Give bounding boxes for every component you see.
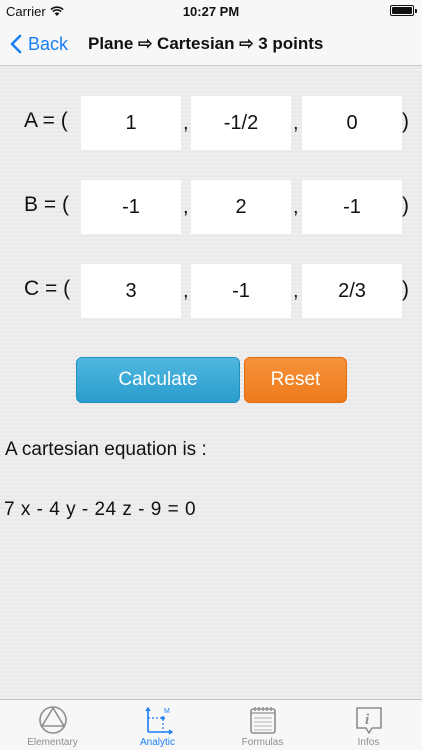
point-a-x-input[interactable] <box>81 96 181 150</box>
axes-icon: M <box>144 706 173 735</box>
main-content: A = ( , , ) B = ( , , ) C = ( , , ) Calc… <box>0 67 422 699</box>
point-row-b: B = ( , , ) <box>0 180 422 234</box>
point-label-a: A = ( <box>24 109 68 132</box>
battery-icon <box>390 5 417 16</box>
point-a-z-input[interactable] <box>302 96 402 150</box>
notepad-icon <box>249 707 276 734</box>
point-row-a: A = ( , , ) <box>0 96 422 150</box>
close-paren: ) <box>402 110 409 133</box>
tab-bar: Elementary M Analytic Formulas i Infos <box>0 699 422 750</box>
svg-text:M: M <box>164 708 170 715</box>
status-time: 10:27 PM <box>182 4 240 19</box>
back-label: Back <box>28 33 69 54</box>
point-c-z-input[interactable] <box>302 264 402 318</box>
chevron-left-icon <box>10 34 22 54</box>
tab-label: Elementary <box>27 737 78 748</box>
svg-text:i: i <box>365 712 370 728</box>
reset-button[interactable]: Reset <box>244 357 347 403</box>
tab-label: Analytic <box>139 737 175 748</box>
calculate-button[interactable]: Calculate <box>76 357 240 403</box>
back-button[interactable]: Back <box>10 22 68 66</box>
tab-formulas[interactable]: Formulas <box>210 700 315 750</box>
tab-infos[interactable]: i Infos <box>316 700 421 750</box>
tab-label: Formulas <box>241 737 284 748</box>
tab-analytic[interactable]: M Analytic <box>105 700 210 750</box>
point-a-y-input[interactable] <box>191 96 291 150</box>
result-equation: 7 x - 4 y - 24 z - 9 = 0 <box>4 499 197 520</box>
comma: , <box>293 112 299 134</box>
point-b-x-input[interactable] <box>81 180 181 234</box>
comma: , <box>183 196 189 218</box>
comma: , <box>293 196 299 218</box>
status-bar: Carrier 10:27 PM <box>0 0 422 22</box>
comma: , <box>183 280 189 302</box>
point-b-z-input[interactable] <box>302 180 402 234</box>
tab-label: Infos <box>357 737 380 748</box>
comma: , <box>293 280 299 302</box>
result-label: A cartesian equation is : <box>5 439 207 460</box>
point-c-y-input[interactable] <box>191 264 291 318</box>
triangle-circle-icon <box>38 706 67 734</box>
point-b-y-input[interactable] <box>191 180 291 234</box>
info-icon: i <box>355 707 382 734</box>
point-c-x-input[interactable] <box>81 264 181 318</box>
point-label-b: B = ( <box>24 193 69 216</box>
point-label-c: C = ( <box>24 277 71 300</box>
comma: , <box>183 112 189 134</box>
close-paren: ) <box>402 194 409 217</box>
page-title: Plane ⇨ Cartesian ⇨ 3 points <box>88 34 324 53</box>
close-paren: ) <box>402 278 409 301</box>
point-row-c: C = ( , , ) <box>0 264 422 318</box>
tab-elementary[interactable]: Elementary <box>0 700 105 750</box>
nav-bar: Back Plane ⇨ Cartesian ⇨ 3 points <box>0 22 422 66</box>
